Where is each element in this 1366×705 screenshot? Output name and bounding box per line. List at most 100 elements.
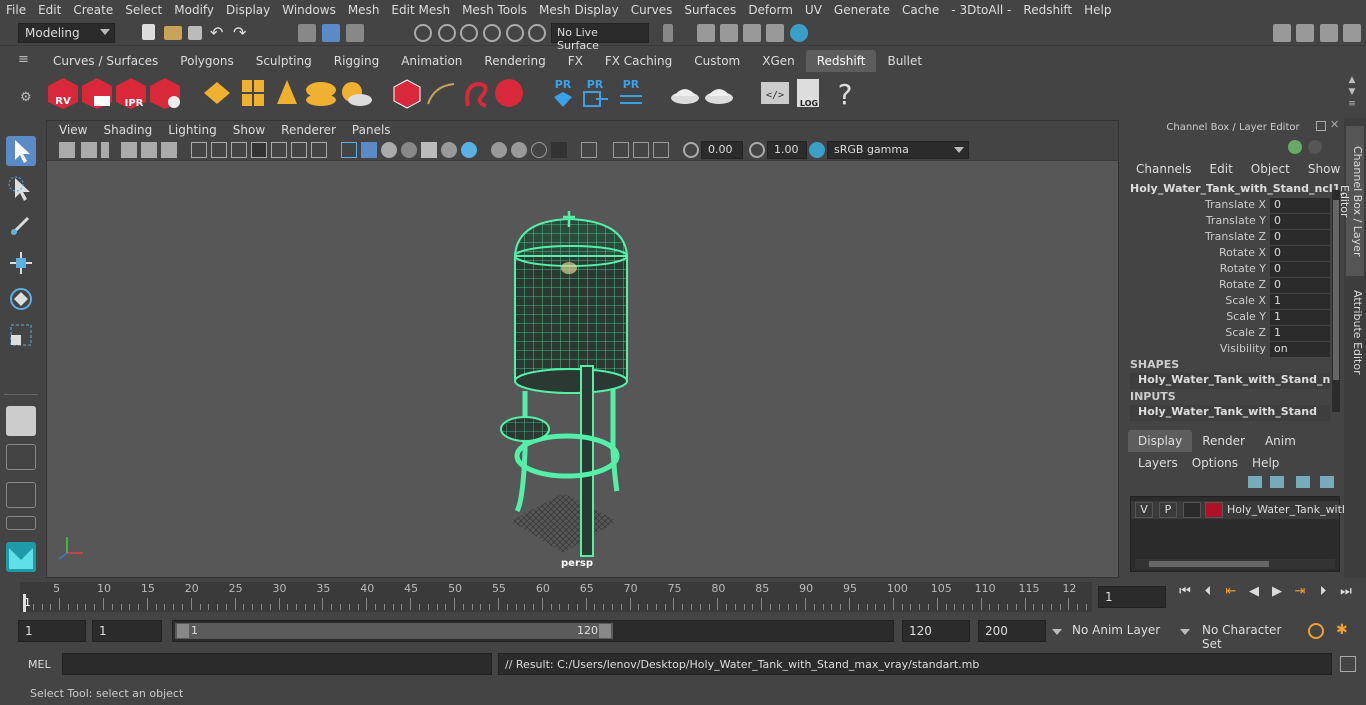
channel-menu-object[interactable]: Object: [1251, 162, 1290, 176]
menu-mesh-display[interactable]: Mesh Display: [533, 3, 625, 17]
channel-filter-icon[interactable]: [1288, 140, 1302, 154]
wireframe-icon[interactable]: [341, 142, 357, 158]
range-slider-track[interactable]: 1 120: [172, 620, 894, 642]
layer-menu-help[interactable]: Help: [1252, 456, 1279, 470]
color-space-select[interactable]: sRGB gamma: [827, 141, 969, 159]
start-time-field[interactable]: 1: [18, 620, 86, 642]
select-object-icon[interactable]: [322, 24, 340, 42]
script-editor-icon[interactable]: [1340, 656, 1356, 672]
range-end-handle[interactable]: [599, 624, 611, 638]
attribute-row[interactable]: Visibility on: [1130, 342, 1330, 358]
snap-curve-icon[interactable]: [438, 24, 456, 42]
redo-icon[interactable]: ↷: [233, 24, 251, 42]
menu-mesh[interactable]: Mesh: [342, 3, 386, 17]
workspace-icon[interactable]: [1273, 24, 1291, 42]
menu-redshift[interactable]: Redshift: [1017, 3, 1078, 17]
gate-mask-icon[interactable]: [251, 142, 267, 158]
channel-menu-show[interactable]: Show: [1308, 162, 1340, 176]
ipr-render-icon[interactable]: [743, 24, 761, 42]
redshift-pr-object-icon[interactable]: PR: [546, 76, 580, 110]
toggle-panel-icon[interactable]: [1296, 24, 1314, 42]
exposure-icon[interactable]: [683, 142, 699, 158]
shelf-scroll-icon[interactable]: ▲ ▼ ≡: [1346, 74, 1358, 110]
bookmark-icon[interactable]: [101, 142, 109, 158]
layer-menu-layers[interactable]: Layers: [1138, 456, 1178, 470]
attribute-row[interactable]: Scale X 1: [1130, 294, 1330, 310]
menu-help[interactable]: Help: [1078, 3, 1117, 17]
menu-deform[interactable]: Deform: [742, 3, 799, 17]
shelf-gear-icon[interactable]: ⚙: [20, 90, 34, 105]
motion-blur-icon[interactable]: [531, 142, 547, 158]
menu-uv[interactable]: UV: [799, 3, 828, 17]
shelf-tab-animation[interactable]: Animation: [390, 50, 473, 72]
field-chart-icon[interactable]: [271, 142, 287, 158]
anim-start-field[interactable]: 1: [92, 620, 162, 642]
time-slider[interactable]: 5 10 15 20 25 30 35 40 45 50 55 60 65 70 75 80 85 90 95 100…: [0, 580, 1366, 614]
undo-icon[interactable]: ↶: [210, 24, 228, 42]
attribute-value[interactable]: 0: [1270, 230, 1330, 245]
redshift-material-icon[interactable]: [492, 76, 526, 110]
attribute-value[interactable]: 1: [1270, 310, 1330, 325]
play-forward-icon[interactable]: ▶: [1268, 584, 1286, 602]
redshift-hair-icon[interactable]: [460, 76, 494, 110]
go-to-start-icon[interactable]: ⏮: [1176, 584, 1194, 602]
menu-surfaces[interactable]: Surfaces: [678, 3, 742, 17]
redshift-pr-swap-icon[interactable]: PR: [614, 76, 648, 110]
menu-file[interactable]: File: [0, 3, 32, 17]
viewport-panel[interactable]: View Shading Lighting Show Renderer Panels 0.…: [46, 120, 1119, 578]
viewport-menu-lighting[interactable]: Lighting: [160, 123, 225, 137]
layer-h-scrollbar[interactable]: [1135, 559, 1335, 569]
tab-attribute-editor[interactable]: Attribute Editor: [1346, 284, 1364, 380]
end-time-field[interactable]: 120: [902, 620, 970, 642]
scale-tool-icon[interactable]: [6, 320, 36, 350]
channel-menu-channels[interactable]: Channels: [1136, 162, 1192, 176]
menu-windows[interactable]: Windows: [276, 3, 342, 17]
command-input[interactable]: [62, 653, 492, 675]
redshift-settings-icon[interactable]: [148, 76, 182, 110]
tab-channel-box[interactable]: Channel Box / Layer Editor: [1338, 126, 1364, 276]
attribute-row[interactable]: Translate Z 0: [1130, 230, 1330, 246]
xray-icon[interactable]: [461, 142, 477, 158]
viewport-menu-shading[interactable]: Shading: [95, 123, 160, 137]
redshift-pr-export-icon[interactable]: PR: [578, 76, 612, 110]
attribute-row[interactable]: Rotate Y 0: [1130, 262, 1330, 278]
layer-name[interactable]: Holy_Water_Tank_with: [1227, 503, 1349, 516]
layer-display-type[interactable]: [1183, 502, 1201, 518]
resolution-gate-icon[interactable]: [231, 142, 247, 158]
new-layer-icon[interactable]: [1296, 476, 1310, 488]
mode-selector[interactable]: Modeling: [18, 23, 115, 43]
step-forward-frame-icon[interactable]: ⇥: [1291, 584, 1309, 602]
layer-row[interactable]: V P Holy_Water_Tank_with: [1131, 501, 1349, 519]
film-gate-icon[interactable]: [211, 142, 227, 158]
ambient-occlusion-icon[interactable]: [511, 142, 527, 158]
isolate-select-icon[interactable]: [581, 142, 597, 158]
float-panel-icon[interactable]: [1316, 121, 1326, 131]
attribute-row[interactable]: Scale Y 1: [1130, 310, 1330, 326]
layer-tab-render[interactable]: Render: [1192, 430, 1255, 452]
character-set-select[interactable]: No Character Set: [1196, 620, 1300, 651]
menu-cache[interactable]: Cache: [896, 3, 945, 17]
menu-create[interactable]: Create: [67, 3, 119, 17]
shape-node[interactable]: Holy_Water_Tank_with_Stand_ncl1...: [1130, 373, 1330, 389]
xray-joints-icon[interactable]: [613, 142, 629, 158]
safe-action-icon[interactable]: [291, 142, 307, 158]
layer-tab-display[interactable]: Display: [1128, 430, 1193, 452]
isolate-icon[interactable]: [491, 142, 507, 158]
render-view-icon[interactable]: [697, 24, 715, 42]
live-surface-field[interactable]: No Live Surface: [551, 23, 649, 52]
shelf-tab-bullet[interactable]: Bullet: [876, 50, 933, 72]
attribute-value[interactable]: 0: [1270, 262, 1330, 277]
render-settings-icon[interactable]: [766, 24, 784, 42]
outliner-layout-icon[interactable]: [6, 516, 36, 530]
attribute-value[interactable]: 1: [1270, 326, 1330, 341]
antialias-icon[interactable]: [551, 142, 567, 158]
shelf-tab-sculpting[interactable]: Sculpting: [245, 50, 323, 72]
snap-point-icon[interactable]: [460, 24, 478, 42]
shelf-tab-xgen[interactable]: XGen: [751, 50, 806, 72]
time-ruler[interactable]: 5 10 15 20 25 30 35 40 45 50 55 60 65 70 75 80 85 90 95 100…: [20, 582, 1092, 612]
use-lights-icon[interactable]: [441, 142, 457, 158]
menu-curves[interactable]: Curves: [625, 3, 679, 17]
attribute-value[interactable]: 1: [1270, 294, 1330, 309]
grease-pencil-icon[interactable]: [161, 142, 177, 158]
anim-end-field[interactable]: 200: [978, 620, 1046, 642]
